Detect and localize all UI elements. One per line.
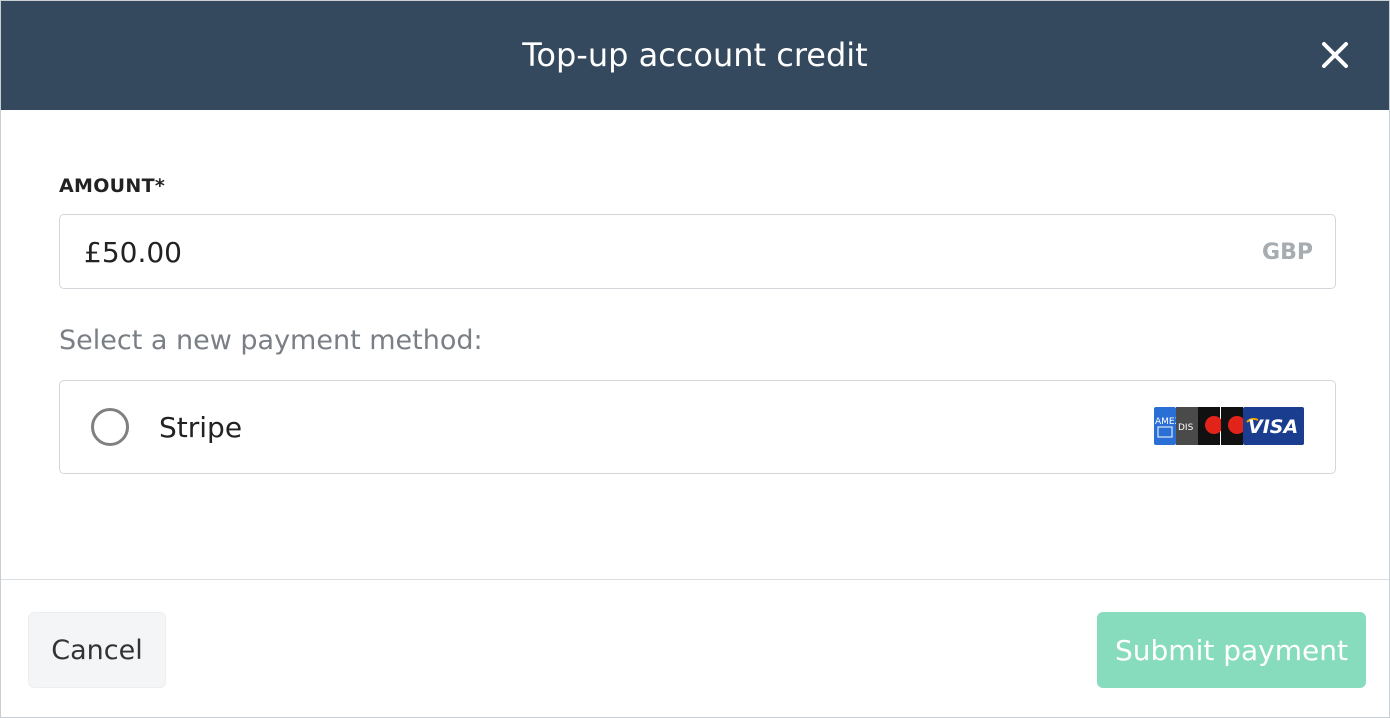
visa-icon: VISA — [1243, 407, 1304, 445]
modal-title: Top-up account credit — [522, 36, 868, 74]
card-logos: AMEX DIS VISA — [1154, 407, 1304, 445]
stripe-radio[interactable] — [91, 408, 129, 446]
topup-modal: Top-up account credit AMOUNT* £50.00 GBP… — [0, 0, 1390, 718]
discover-icon: DIS — [1176, 407, 1198, 445]
modal-header: Top-up account credit — [1, 1, 1389, 110]
footer-divider — [1, 579, 1389, 580]
submit-payment-button[interactable]: Submit payment — [1097, 612, 1366, 688]
currency-suffix: GBP — [1262, 240, 1313, 265]
maestro-icon — [1221, 407, 1246, 445]
payment-option-label: Stripe — [159, 411, 243, 444]
visa-logo-text: VISA — [1248, 416, 1298, 438]
cancel-button[interactable]: Cancel — [28, 612, 166, 688]
close-button[interactable] — [1319, 39, 1351, 71]
mastercard-icon — [1198, 407, 1223, 445]
payment-method-label: Select a new payment method: — [59, 325, 483, 356]
close-icon — [1322, 42, 1348, 68]
amount-value: £50.00 — [84, 236, 182, 269]
payment-option-stripe[interactable]: Stripe AMEX DIS VISA — [59, 380, 1336, 474]
amount-label: AMOUNT* — [59, 175, 166, 197]
discover-logo-text: DIS — [1178, 423, 1194, 433]
amount-field[interactable]: £50.00 GBP — [59, 214, 1336, 289]
